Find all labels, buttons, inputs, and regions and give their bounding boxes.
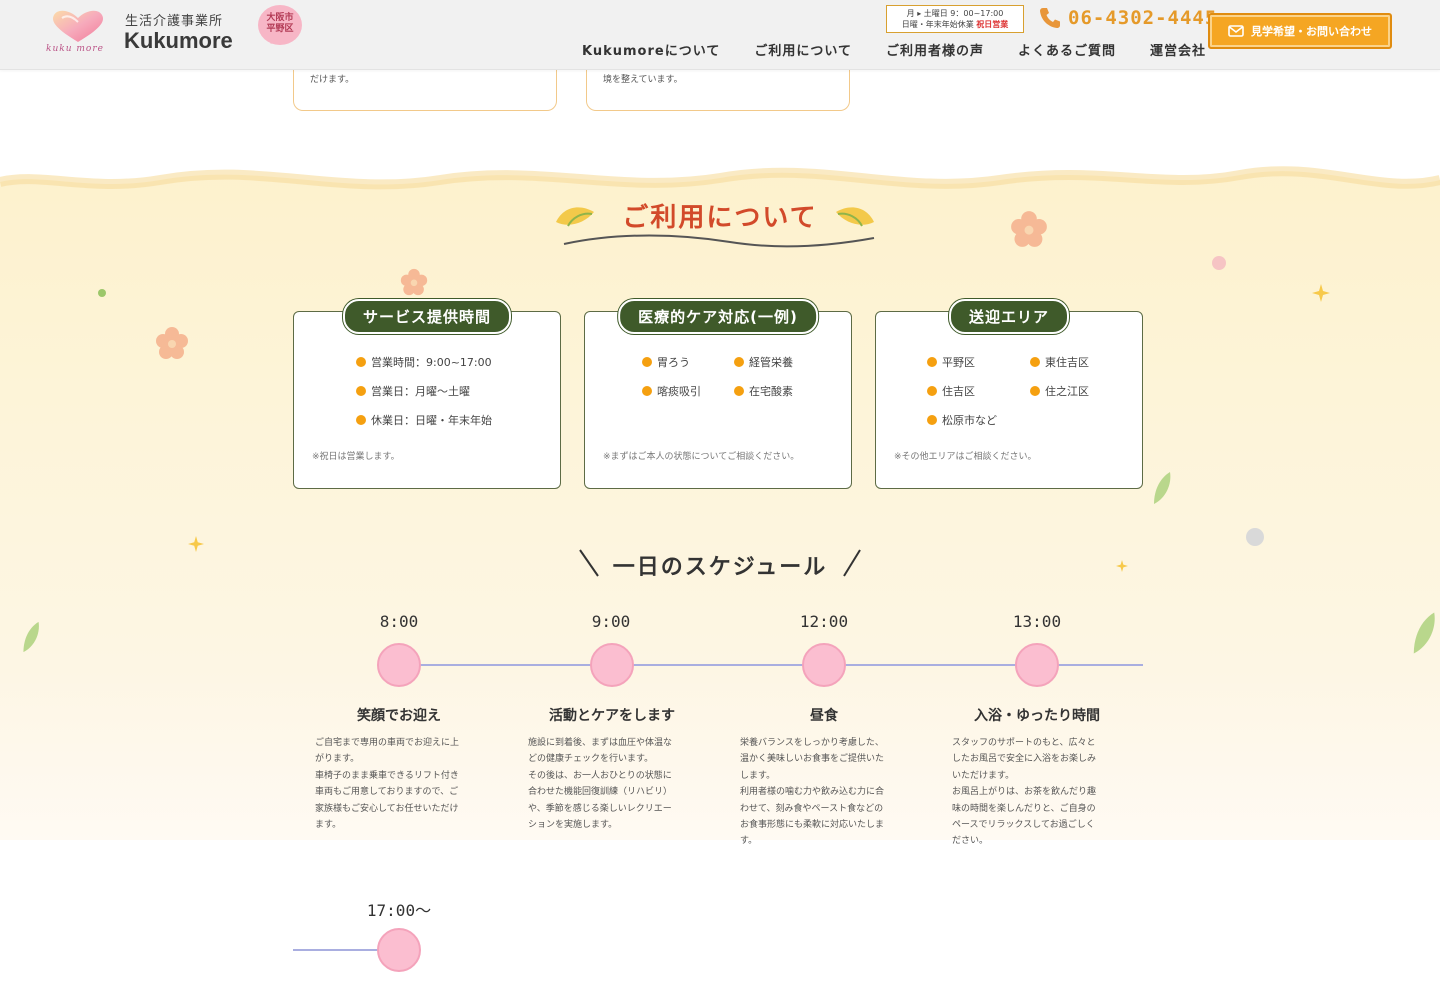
event-time: 17:00〜 — [366, 901, 432, 920]
usage-title: ご利用について — [622, 203, 818, 233]
list-item: 胃ろう — [642, 354, 734, 370]
event-description: 施設に到着後、まずは血圧や体温な どの健康チェックを行います。 その後は、お一人… — [528, 738, 673, 831]
event-description: 栄養バランスをしっかり考慮した、 温かく美味しいお食事をご提供いた します。 利… — [740, 738, 885, 847]
bullet-dot — [642, 386, 652, 396]
list-item: 経管栄養 — [734, 354, 834, 370]
event-time: 9:00 — [591, 612, 631, 631]
bullet-dot — [1030, 386, 1040, 396]
list-item: 休業日：日曜・年末年始 — [356, 412, 492, 428]
nav-company[interactable]: 運営会社 — [1150, 40, 1206, 59]
leaf-icon — [1413, 612, 1435, 654]
bullet-dot — [734, 357, 744, 367]
leaf-icon — [23, 621, 39, 653]
list-item: 営業日：月曜～土曜 — [356, 383, 492, 399]
medical-care-list: 胃ろう 経管栄養 喀痰吸引 在宅酸素 — [642, 354, 834, 399]
business-hours-box: 月 ▸ 土曜日 9：00~17:00 日曜・年末年始休業 祝日営業 — [886, 5, 1024, 33]
bullet-dot — [734, 386, 744, 396]
service-hours-label: サービス提供時間 — [342, 299, 512, 334]
timeline-circle — [590, 643, 634, 687]
area-badge: 大阪市 平野区 — [258, 5, 302, 45]
bullet-dot — [927, 386, 937, 396]
pickup-area-box: 送迎エリア 平野区 東住吉区 住吉区 住之江区 松原市など ※その他エリアはご相… — [875, 299, 1143, 489]
stone-dot — [1246, 528, 1264, 546]
nav-faq[interactable]: よくあるご質問 — [1018, 40, 1116, 59]
phone-number[interactable]: 06-4302-4445 — [1068, 7, 1217, 29]
contact-button[interactable]: 見学希望・お問い合わせ — [1208, 13, 1392, 49]
timeline-circle — [377, 643, 421, 687]
list-item: 喀痰吸引 — [642, 383, 734, 399]
logo-title[interactable]: Kukumore — [124, 28, 233, 54]
bullet-dot — [356, 415, 366, 425]
bullet-dot — [927, 357, 937, 367]
service-hours-box: サービス提供時間 営業時間：9:00~17:00 営業日：月曜～土曜 休業日：日… — [293, 299, 561, 489]
list-item: 住之江区 — [1030, 383, 1130, 399]
timeline-circle — [1015, 643, 1059, 687]
phone-icon — [1040, 8, 1060, 28]
schedule-title: 一日のスケジュール — [612, 555, 828, 580]
petal-dot — [1212, 256, 1226, 270]
logo-subtitle: 生活介護事業所 — [125, 14, 224, 29]
event-time: 13:00 — [1012, 612, 1062, 631]
service-hours-note: ※祝日は営業します。 — [312, 452, 400, 462]
list-item: 住吉区 — [927, 383, 1030, 399]
nav-voices[interactable]: ご利用者様の声 — [886, 40, 984, 59]
list-item: 在宅酸素 — [734, 383, 834, 399]
leaf-icon — [1154, 472, 1171, 504]
bullet-dot — [927, 415, 937, 425]
leaf-dot — [98, 289, 106, 297]
flower-icon — [156, 327, 188, 359]
leaf-right-icon — [836, 207, 874, 227]
nav-about[interactable]: Kukumoreについて — [582, 40, 720, 59]
flower-icon — [400, 268, 428, 296]
event-description: ご自宅まで専用の車両でお迎えに上 がります。 車椅子のまま乗車できるリフト付き … — [315, 738, 460, 831]
medical-care-label: 医療的ケア対応(一例) — [618, 299, 818, 334]
pickup-area-list: 平野区 東住吉区 住吉区 住之江区 松原市など — [927, 354, 1130, 428]
sparkle-icon — [1312, 284, 1330, 302]
timeline-circle — [802, 643, 846, 687]
slash-right-icon — [843, 549, 861, 577]
bullet-dot — [1030, 357, 1040, 367]
event-title: 入浴・ゆったり時間 — [974, 708, 1100, 724]
logo-script: kuku more — [46, 44, 104, 54]
bullet-dot — [356, 386, 366, 396]
list-item: 東住吉区 — [1030, 354, 1130, 370]
bullet-dot — [356, 357, 366, 367]
pickup-area-label: 送迎エリア — [948, 299, 1070, 334]
event-title: 笑顔でお迎え — [357, 708, 441, 724]
medical-care-box: 医療的ケア対応(一例) 胃ろう 経管栄養 喀痰吸引 在宅酸素 ※まずはご本人の状… — [584, 299, 852, 489]
main-nav: Kukumoreについて ご利用について ご利用者様の声 よくあるご質問 運営会… — [582, 40, 1240, 59]
timeline-circle — [377, 928, 421, 972]
site-header: kuku more 生活介護事業所 Kukumore 大阪市 平野区 Kukum… — [0, 0, 1440, 70]
heart-logo-icon[interactable] — [48, 8, 108, 44]
event-description: スタッフのサポートのもと、広々と したお風呂で安全に入浴をお楽しみ いただけます… — [952, 738, 1097, 847]
service-hours-list: 営業時間：9:00~17:00 営業日：月曜～土曜 休業日：日曜・年末年始 — [356, 354, 492, 441]
event-title: 昼食 — [810, 708, 838, 724]
event-time: 12:00 — [799, 612, 849, 631]
list-item: 平野区 — [927, 354, 1030, 370]
event-time: 8:00 — [379, 612, 419, 631]
list-item: 営業時間：9:00~17:00 — [356, 354, 492, 370]
mail-icon — [1228, 25, 1244, 37]
bullet-dot — [642, 357, 652, 367]
usage-section-background — [0, 150, 1440, 840]
list-item: 松原市など — [927, 412, 1030, 428]
medical-care-note: ※まずはご本人の状態についてご相談ください。 — [603, 452, 800, 462]
title-underline — [563, 234, 875, 248]
pickup-area-note: ※その他エリアはご相談ください。 — [894, 452, 1037, 462]
event-title: 活動とケアをします — [549, 708, 675, 724]
nav-usage[interactable]: ご利用について — [754, 40, 852, 59]
